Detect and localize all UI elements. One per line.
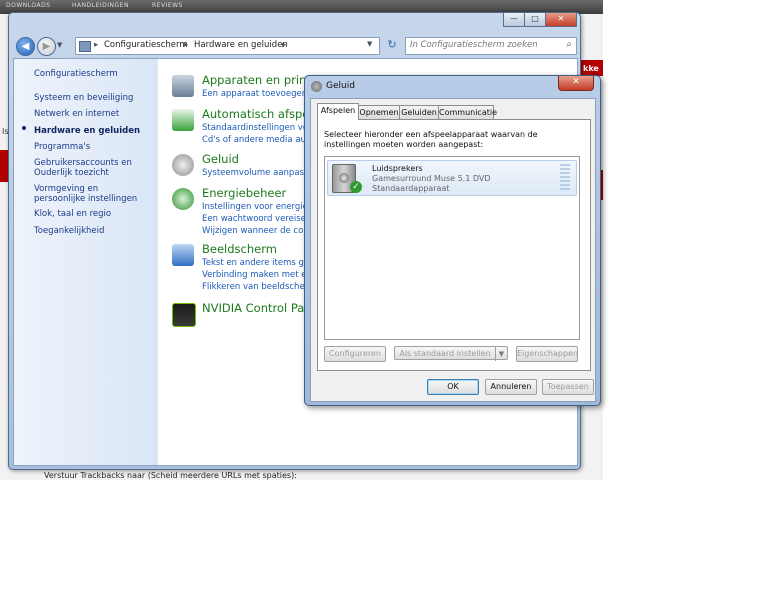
device-name: Luidsprekers	[372, 164, 423, 173]
autoplay-icon	[172, 109, 194, 131]
device-description: Gamesurround Muse 5.1 DVD	[372, 174, 491, 183]
sidebar: Configuratiescherm Systeem en beveiligin…	[14, 59, 158, 465]
sidebar-item-appearance[interactable]: Vormgeving en persoonlijke instellingen	[34, 184, 152, 204]
properties-button[interactable]: Eigenschappen	[516, 346, 578, 362]
tab-communications[interactable]: Communicatie	[438, 105, 497, 119]
dialog-panel: Afspelen Opnemen Geluiden Communicatie S…	[310, 98, 596, 402]
background-tab[interactable]: REVIEWS	[152, 2, 183, 12]
address-separator[interactable]: ▸	[282, 40, 286, 50]
background-tab[interactable]: HANDLEIDINGEN	[72, 2, 129, 12]
speaker-icon	[311, 81, 322, 92]
tab-playback[interactable]: Afspelen	[317, 103, 359, 120]
display-icon	[172, 244, 194, 266]
ok-button[interactable]: OK	[427, 379, 479, 395]
configure-button[interactable]: Configureren	[324, 346, 386, 362]
sidebar-item-hardware-sound[interactable]: Hardware en geluiden	[34, 126, 152, 136]
playback-device-list[interactable]: ✓ Luidsprekers Gamesurround Muse 5.1 DVD…	[324, 156, 580, 340]
category-link[interactable]: Systeemvolume aanpassen	[202, 168, 319, 178]
forward-button[interactable]: ▶	[37, 37, 56, 56]
checkmark-icon: ✓	[350, 181, 362, 193]
apply-button[interactable]: Toepassen	[542, 379, 594, 395]
control-panel-icon	[79, 41, 91, 52]
sidebar-item-control-panel-home[interactable]: Configuratiescherm	[34, 69, 152, 79]
trackbacks-label: Verstuur Trackbacks naar (Scheid meerder…	[44, 471, 297, 480]
background-tab[interactable]: DOWNLOADS	[6, 2, 51, 12]
printer-icon	[172, 75, 194, 97]
sound-icon	[172, 154, 194, 176]
recent-pages-dropdown[interactable]: ▼	[57, 41, 62, 49]
list-item[interactable]: ✓ Luidsprekers Gamesurround Muse 5.1 DVD…	[327, 160, 577, 196]
refresh-icon: ↻	[387, 38, 397, 51]
search-icon[interactable]: ⌕	[566, 39, 572, 50]
sound-dialog: Geluid ✕ Afspelen Opnemen Geluiden Commu…	[304, 75, 601, 406]
sidebar-item-network[interactable]: Netwerk en internet	[34, 109, 152, 119]
background-red-banner	[0, 150, 8, 182]
set-default-button[interactable]: Als standaard instellen ▼	[394, 346, 508, 361]
playback-tab-page: Selecteer hieronder een afspeelapparaat …	[317, 119, 591, 371]
address-separator[interactable]: ▸	[184, 40, 188, 50]
category-title[interactable]: Beeldscherm	[202, 242, 277, 256]
instruction-text: Selecteer hieronder een afspeelapparaat …	[324, 130, 538, 149]
arrow-left-icon: ◀	[21, 41, 30, 52]
sidebar-item-programs[interactable]: Programma's	[34, 142, 152, 152]
breadcrumb-current[interactable]: Hardware en geluiden	[194, 40, 288, 50]
refresh-button[interactable]: ↻	[383, 37, 401, 53]
maximize-button[interactable]: □	[524, 13, 546, 27]
category-title[interactable]: Energiebeheer	[202, 186, 286, 200]
sidebar-item-clock-language[interactable]: Klok, taal en regio	[34, 209, 152, 219]
tab-recording[interactable]: Opnemen	[358, 105, 400, 119]
navigation-bar: ◀ ▶ ▼ ▸ Configuratiescherm ▸ Hardware en…	[13, 35, 577, 57]
chevron-down-icon[interactable]: ▼	[495, 347, 507, 361]
device-status: Standaardapparaat	[372, 184, 450, 193]
sidebar-item-system-security[interactable]: Systeem en beveiliging	[34, 93, 152, 103]
address-separator[interactable]: ▸	[94, 40, 98, 50]
close-button[interactable]: ✕	[545, 13, 577, 27]
arrow-right-icon: ▶	[42, 41, 51, 52]
search-placeholder: In Configuratiescherm zoeken	[410, 40, 538, 50]
minimize-button[interactable]: —	[503, 13, 525, 27]
active-bullet-icon	[22, 126, 26, 130]
address-bar[interactable]: ▸ Configuratiescherm ▸ Hardware en gelui…	[75, 37, 380, 55]
volume-level-meter	[560, 164, 570, 192]
category-title[interactable]: Geluid	[202, 152, 239, 166]
back-button[interactable]: ◀	[16, 37, 35, 56]
dialog-title: Geluid	[326, 81, 355, 91]
set-default-label: Als standaard instellen	[399, 349, 491, 358]
address-dropdown-icon[interactable]: ▼	[367, 40, 372, 48]
cancel-button[interactable]: Annuleren	[485, 379, 537, 395]
sidebar-item-user-accounts[interactable]: Gebruikersaccounts en Ouderlijk toezicht	[34, 158, 152, 178]
dialog-close-button[interactable]: ✕	[558, 76, 594, 91]
nvidia-icon	[172, 303, 196, 327]
background-banner-text: kke	[583, 64, 599, 73]
tab-sounds[interactable]: Geluiden	[399, 105, 439, 119]
power-icon	[172, 188, 194, 210]
search-input[interactable]: In Configuratiescherm zoeken ⌕	[405, 37, 577, 55]
category-link[interactable]: Een apparaat toevoegen	[202, 89, 307, 99]
sidebar-item-accessibility[interactable]: Toegankelijkheid	[34, 226, 152, 236]
breadcrumb-root[interactable]: Configuratiescherm	[104, 40, 188, 50]
speaker-cone-icon	[339, 173, 349, 183]
